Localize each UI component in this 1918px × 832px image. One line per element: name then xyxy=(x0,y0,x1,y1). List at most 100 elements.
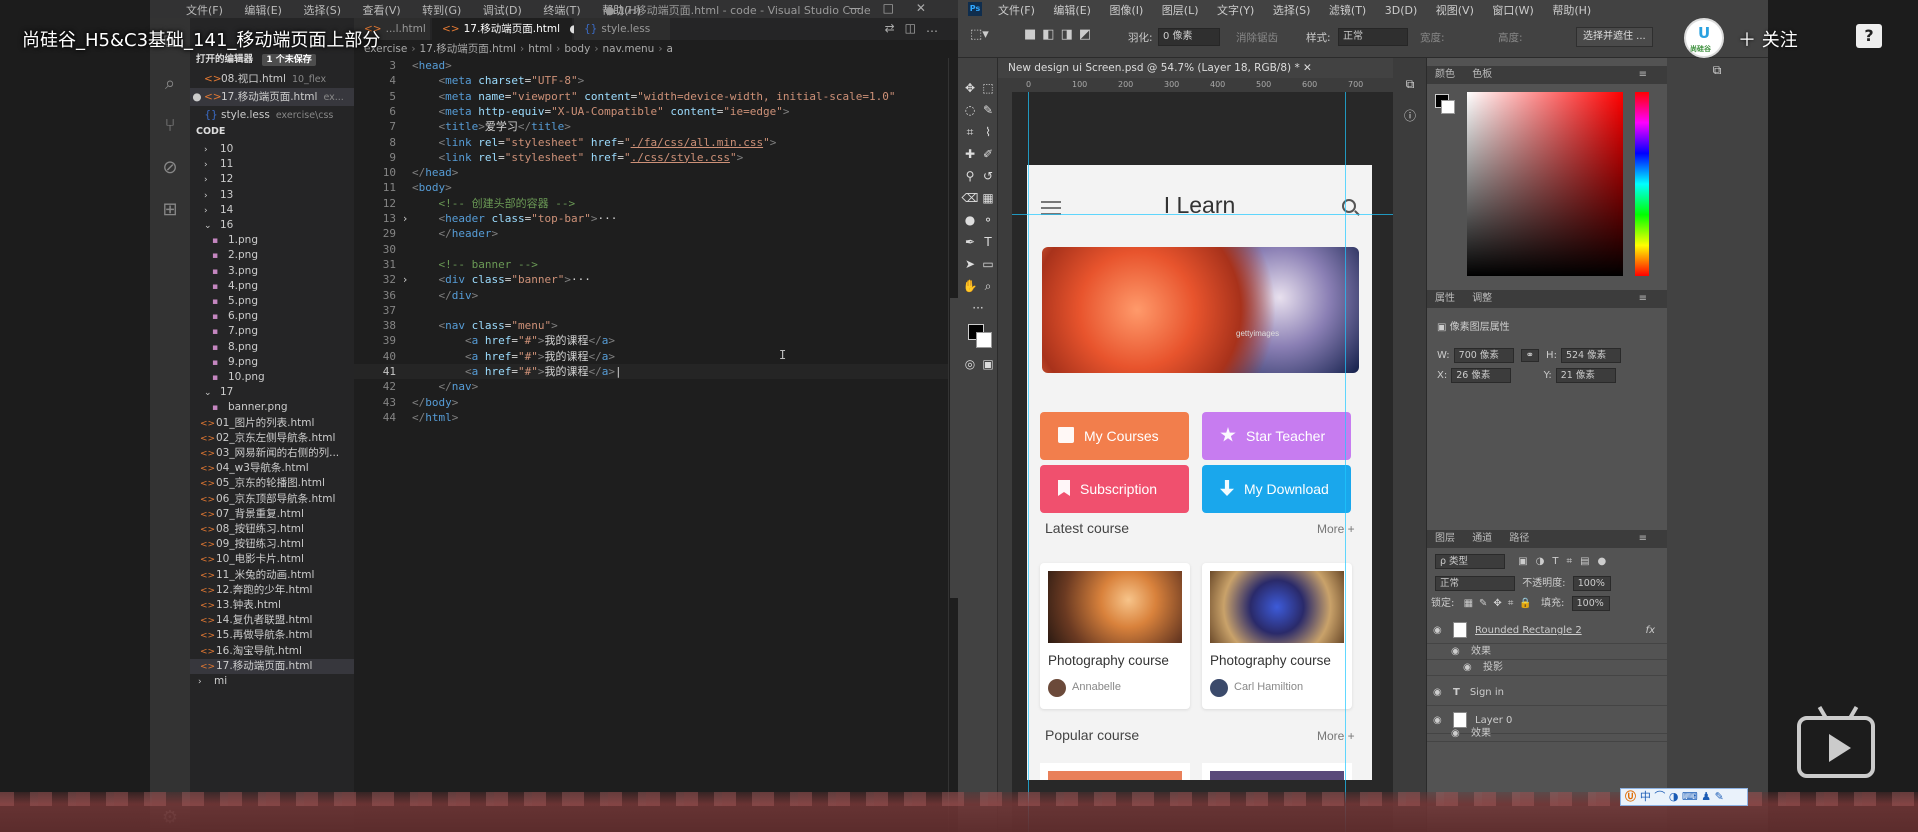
code-line[interactable]: 12 <!-- 创建头部的容器 --> xyxy=(354,196,958,211)
screen-mode-icon[interactable]: ▣ xyxy=(978,354,998,374)
healing-tool-icon[interactable]: ✚ xyxy=(960,144,980,164)
open-editor-item[interactable]: {} style.less exercise\css xyxy=(190,106,354,124)
lock-icons[interactable]: ▦✎✥⌗🔒 xyxy=(1464,598,1538,609)
debug-icon[interactable]: ⊘ xyxy=(160,158,180,178)
style-select[interactable]: 正常 xyxy=(1338,28,1408,46)
antialias-checkbox[interactable]: 消除锯齿 xyxy=(1236,30,1278,45)
visibility-eye-icon[interactable]: ◉ xyxy=(1451,644,1465,660)
scrollbar-thumb[interactable] xyxy=(950,298,958,598)
tree-file[interactable]: <>09_按钮练习.html xyxy=(190,537,354,552)
properties-tab[interactable]: 属性 xyxy=(1435,293,1455,304)
video-player-icon[interactable] xyxy=(1797,705,1875,778)
blend-mode-select[interactable]: 正常 xyxy=(1435,576,1515,591)
code-line[interactable]: 40 <a href="#">我的课程</a> xyxy=(354,349,958,364)
tree-file[interactable]: <>12.奔跑的少年.html xyxy=(190,583,354,598)
layer-fx-icon[interactable]: fx xyxy=(1646,618,1655,644)
tree-file[interactable]: <>03_网易新闻的右侧的列... xyxy=(190,446,354,461)
code-editor[interactable]: 3 <head> 4 <meta charset="UTF-8"> 5 <meta n… xyxy=(354,58,958,832)
panel-menu-icon[interactable]: ≡ xyxy=(1639,66,1647,84)
extensions-icon[interactable]: ⊞ xyxy=(160,200,180,220)
guide-horizontal[interactable] xyxy=(1012,214,1393,215)
tree-file[interactable]: <>07_背景重复.html xyxy=(190,507,354,522)
layer-filter-icons[interactable]: ▣◑T⌗▤● xyxy=(1518,556,1614,567)
layer-row[interactable]: ◉ T Sign in xyxy=(1427,680,1667,706)
ime-status[interactable]: 中 ⌒ ◑ ⌨ ♟ ✎ xyxy=(1640,790,1724,803)
tree-file[interactable]: <>13.钟表.html xyxy=(190,598,354,613)
tree-file[interactable]: <>06_京东顶部导航条.html xyxy=(190,492,354,507)
info-panel-icon[interactable]: ⓘ xyxy=(1400,106,1420,126)
selection-mode-icons[interactable]: ■◧◨◩ xyxy=(1024,27,1097,42)
tree-folder[interactable]: › 12 xyxy=(190,172,354,187)
unsaved-dot-icon[interactable]: ● xyxy=(190,88,204,106)
code-line[interactable]: 38 <nav class="menu"> xyxy=(354,318,958,333)
breadcrumb-item[interactable]: body xyxy=(564,43,590,55)
search-icon[interactable]: ⌕ xyxy=(160,74,180,94)
opacity-input[interactable]: 100% xyxy=(1572,576,1611,591)
open-editor-item[interactable]: <>08.视口.html 10_flex xyxy=(190,70,354,88)
blur-tool-icon[interactable]: ● xyxy=(960,210,980,230)
path-select-tool-icon[interactable]: ➤ xyxy=(960,254,980,274)
x-input[interactable]: 26 像素 xyxy=(1451,368,1512,383)
tree-file[interactable]: ▪ 3.png xyxy=(190,264,354,279)
editor-actions[interactable]: ⇄◫… xyxy=(885,21,948,35)
code-line[interactable]: 37 xyxy=(354,303,958,318)
open-editors-header[interactable]: 打开的编辑器 1 个未保存 xyxy=(190,52,354,68)
code-line[interactable]: 41 <a href="#">我的课程</a>| xyxy=(354,364,958,379)
code-line[interactable]: 13 › <header class="top-bar">··· xyxy=(354,211,958,226)
menu-debug[interactable]: 调试(D) xyxy=(483,2,522,18)
ps-menu-type[interactable]: 文字(Y) xyxy=(1217,2,1254,18)
breadcrumb-item[interactable]: 17.移动端页面.html xyxy=(420,43,516,55)
tree-file[interactable]: <>10_电影卡片.html xyxy=(190,552,354,567)
code-line[interactable]: 4 <meta charset="UTF-8"> xyxy=(354,73,958,88)
window-controls[interactable]: —□✕ xyxy=(849,1,948,15)
breadcrumb-item[interactable]: a xyxy=(667,43,673,55)
ps-menu-file[interactable]: 文件(F) xyxy=(998,2,1035,18)
lasso-tool-icon[interactable]: ◌ xyxy=(960,100,980,120)
tree-folder[interactable]: › mi xyxy=(190,674,354,689)
code-line[interactable]: 8 <link rel="stylesheet" href="./fa/css/… xyxy=(354,135,958,150)
fold-chevron-icon[interactable]: › xyxy=(398,272,412,287)
tree-folder[interactable]: › 14 xyxy=(190,203,354,218)
visibility-eye-icon[interactable]: ◉ xyxy=(1433,680,1447,706)
menu-goto[interactable]: 转到(G) xyxy=(422,2,461,18)
follow-button[interactable]: ＋ 关注 xyxy=(1738,26,1798,52)
ps-menu-edit[interactable]: 编辑(E) xyxy=(1053,2,1091,18)
tree-file[interactable]: <>15.再做导航条.html xyxy=(190,628,354,643)
ps-menu-view[interactable]: 视图(V) xyxy=(1436,2,1474,18)
eyedropper-tool-icon[interactable]: ⌇ xyxy=(978,122,998,142)
tree-file[interactable]: <>11_米兔的动画.html xyxy=(190,568,354,583)
tree-folder[interactable]: › 11 xyxy=(190,157,354,172)
source-control-icon[interactable]: ⑂ xyxy=(160,116,180,136)
breadcrumb-item[interactable]: html xyxy=(528,43,552,55)
ps-menu-layer[interactable]: 图层(L) xyxy=(1162,2,1199,18)
code-line[interactable]: 31 <!-- banner --> xyxy=(354,257,958,272)
tree-file[interactable]: ▪ 2.png xyxy=(190,248,354,263)
tree-file[interactable]: ▪ 9.png xyxy=(190,355,354,370)
tree-file[interactable]: ▪ 7.png xyxy=(190,324,354,339)
layer-row[interactable]: ◉ Rounded Rectangle 2 fx xyxy=(1427,618,1667,644)
ps-menu-filter[interactable]: 滤镜(T) xyxy=(1329,2,1366,18)
layer-row[interactable]: ◉ 效果 xyxy=(1427,644,1667,660)
layers-tab[interactable]: 图层 xyxy=(1435,533,1455,544)
type-tool-icon[interactable]: T xyxy=(978,232,998,252)
background-color-swatch[interactable] xyxy=(976,332,992,348)
gradient-tool-icon[interactable]: ▦ xyxy=(978,188,998,208)
brush-tool-icon[interactable]: ✐ xyxy=(978,144,998,164)
menu-file[interactable]: 文件(F) xyxy=(186,2,223,18)
dodge-tool-icon[interactable]: ⚬ xyxy=(978,210,998,230)
h-input[interactable]: 524 像素 xyxy=(1560,348,1621,363)
feather-input[interactable]: 0 像素 xyxy=(1158,28,1220,46)
tree-file[interactable]: ▪ 1.png xyxy=(190,233,354,248)
tree-file[interactable]: ▪ 6.png xyxy=(190,309,354,324)
code-line[interactable]: 43 </body> xyxy=(354,395,958,410)
layer-kind-select[interactable]: ρ 类型 xyxy=(1435,554,1505,569)
bg-swatch[interactable] xyxy=(1441,100,1455,114)
channel-logo[interactable]: 尚硅谷 xyxy=(1684,18,1724,58)
tree-file[interactable]: ▪ 10.png xyxy=(190,370,354,385)
code-line[interactable]: 3 <head> xyxy=(354,58,958,73)
menu-edit[interactable]: 编辑(E) xyxy=(244,2,282,18)
code-line[interactable]: 6 <meta http-equiv="X-UA-Compatible" con… xyxy=(354,104,958,119)
code-line[interactable]: 32 › <div class="banner">··· xyxy=(354,272,958,287)
tree-file[interactable]: ▪ banner.png xyxy=(190,400,354,415)
tree-file[interactable]: ▪ 8.png xyxy=(190,340,354,355)
